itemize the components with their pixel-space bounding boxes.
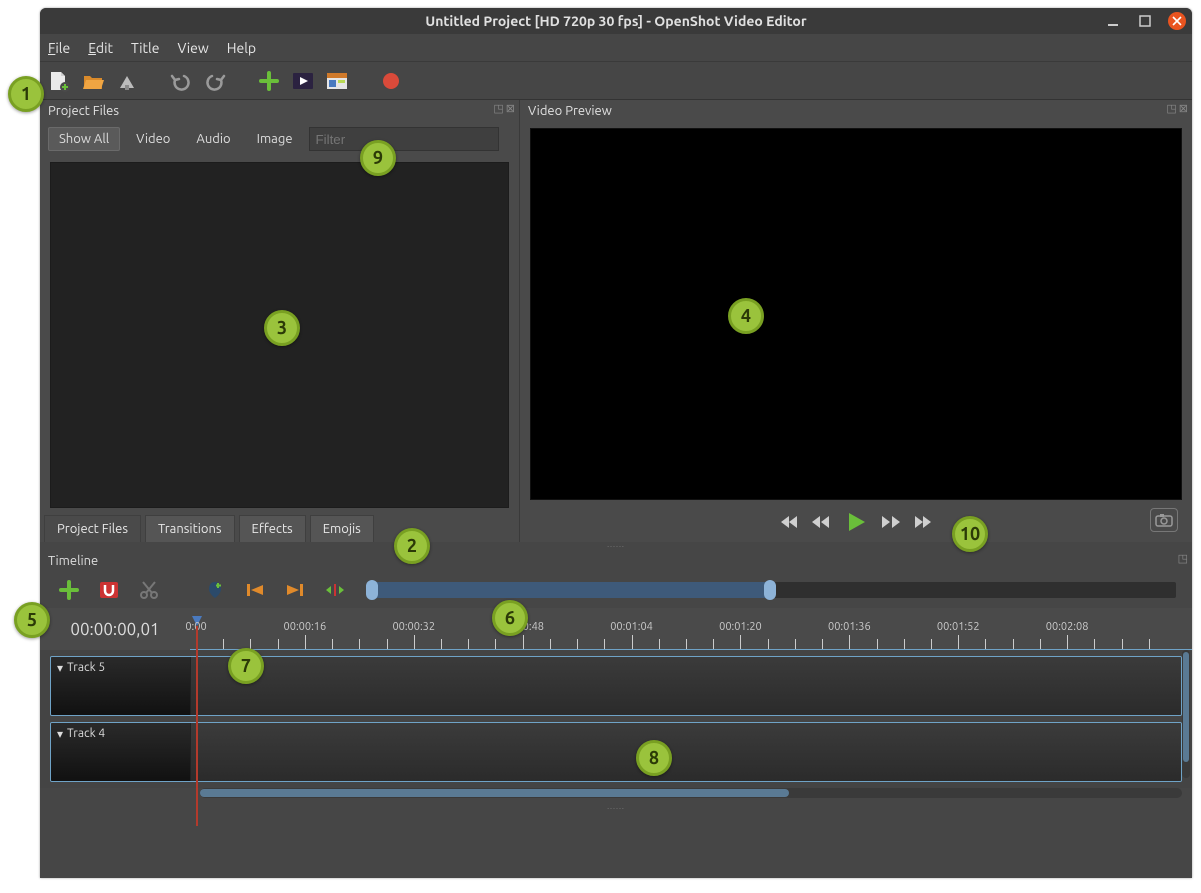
zoom-handle-left[interactable] bbox=[366, 580, 378, 600]
annotation-badge: 5 bbox=[14, 602, 50, 638]
annotation-badge: 3 bbox=[264, 310, 300, 346]
transport-controls bbox=[520, 502, 1192, 542]
choose-profile-button[interactable] bbox=[290, 68, 316, 94]
main-toolbar bbox=[40, 62, 1192, 100]
tab-transitions[interactable]: Transitions bbox=[145, 515, 235, 542]
title-bar: Untitled Project [HD 720p 30 fps] - Open… bbox=[40, 8, 1192, 34]
annotation-badge: 7 bbox=[228, 648, 264, 684]
undock-icon[interactable]: ◳ bbox=[1166, 102, 1176, 115]
play-button[interactable] bbox=[845, 511, 867, 533]
menu-edit[interactable]: Edit bbox=[88, 40, 113, 56]
track-label: Track 5 bbox=[67, 661, 105, 674]
annotation-badge: 10 bbox=[952, 516, 988, 552]
project-files-title: Project Files bbox=[48, 104, 119, 118]
menu-title[interactable]: Title bbox=[131, 40, 159, 56]
filter-image[interactable]: Image bbox=[247, 128, 303, 150]
snapping-button[interactable] bbox=[96, 577, 122, 603]
window-maximize-button[interactable] bbox=[1136, 12, 1154, 30]
annotation-badge: 8 bbox=[636, 740, 672, 776]
timeline-ruler[interactable]: 0:0000:00:1600:00:3200:00:4800:01:0400:0… bbox=[190, 608, 1192, 650]
window-minimize-button[interactable] bbox=[1104, 12, 1122, 30]
window-title: Untitled Project [HD 720p 30 fps] - Open… bbox=[425, 13, 806, 29]
timeline-header: Timeline ◳ bbox=[40, 550, 1192, 572]
vertical-scrollbar[interactable] bbox=[1182, 650, 1190, 778]
zoom-handle-right[interactable] bbox=[764, 580, 776, 600]
close-panel-icon[interactable]: ⊠ bbox=[506, 102, 515, 115]
ruler-label: 00:00:16 bbox=[284, 621, 327, 633]
tracks-area: ▾ Track 5 ▾ Track 4 bbox=[40, 650, 1192, 788]
track-body[interactable] bbox=[191, 723, 1181, 781]
ruler-label: 00:01:36 bbox=[828, 621, 871, 633]
horizontal-scrollbar[interactable] bbox=[200, 788, 1182, 798]
add-marker-button[interactable] bbox=[202, 577, 228, 603]
ruler-label: 00:00:32 bbox=[392, 621, 435, 633]
playhead-line bbox=[196, 626, 198, 826]
video-preview-panel: Video Preview ◳ ⊠ bbox=[520, 100, 1192, 542]
content-area: Project Files ◳ ⊠ Show All Video Audio I… bbox=[40, 100, 1192, 542]
fullscreen-button[interactable] bbox=[324, 68, 350, 94]
menu-bar: File Edit Title View Help bbox=[40, 34, 1192, 62]
import-files-button[interactable] bbox=[256, 68, 282, 94]
ruler-label: 00:01:04 bbox=[610, 621, 653, 633]
current-time-display: 00:00:00,01 bbox=[40, 608, 190, 650]
filter-show-all[interactable]: Show All bbox=[48, 127, 120, 151]
rewind-button[interactable] bbox=[811, 515, 831, 529]
track-header[interactable]: ▾ Track 4 bbox=[51, 723, 191, 781]
jump-start-button[interactable] bbox=[777, 514, 797, 530]
horizontal-splitter[interactable]: ······ bbox=[40, 542, 1192, 550]
annotation-badge: 4 bbox=[728, 298, 764, 334]
chevron-down-icon: ▾ bbox=[57, 661, 63, 675]
undock-icon[interactable]: ◳ bbox=[1178, 552, 1188, 565]
save-project-button[interactable] bbox=[114, 68, 140, 94]
razor-tool-button[interactable] bbox=[136, 577, 162, 603]
timeline-toolbar bbox=[40, 572, 1192, 608]
add-track-button[interactable] bbox=[56, 577, 82, 603]
menu-file[interactable]: File bbox=[48, 40, 70, 56]
annotation-badge: 1 bbox=[8, 76, 44, 112]
snapshot-button[interactable] bbox=[1150, 508, 1178, 532]
undo-button[interactable] bbox=[168, 68, 194, 94]
app-window: Untitled Project [HD 720p 30 fps] - Open… bbox=[40, 8, 1192, 878]
filter-video[interactable]: Video bbox=[126, 128, 180, 150]
previous-marker-button[interactable] bbox=[242, 577, 268, 603]
ruler-label: 00:02:08 bbox=[1046, 621, 1089, 633]
chevron-down-icon: ▾ bbox=[57, 727, 63, 741]
tab-effects[interactable]: Effects bbox=[239, 515, 306, 542]
annotation-badge: 2 bbox=[394, 528, 430, 564]
track-row[interactable]: ▾ Track 5 bbox=[50, 656, 1182, 716]
project-tabs: Project Files Transitions Effects Emojis bbox=[40, 510, 519, 542]
menu-view[interactable]: View bbox=[177, 40, 208, 56]
window-close-button[interactable] bbox=[1168, 12, 1186, 30]
jump-end-button[interactable] bbox=[915, 514, 935, 530]
filter-input[interactable] bbox=[309, 127, 499, 151]
next-marker-button[interactable] bbox=[282, 577, 308, 603]
ruler-label: 00:01:52 bbox=[937, 621, 980, 633]
fast-forward-button[interactable] bbox=[881, 515, 901, 529]
export-video-button[interactable] bbox=[378, 68, 404, 94]
undock-icon[interactable]: ◳ bbox=[493, 102, 503, 115]
track-label: Track 4 bbox=[67, 727, 105, 740]
filter-audio[interactable]: Audio bbox=[186, 128, 240, 150]
bottom-splitter[interactable]: ······ bbox=[40, 804, 1192, 812]
zoom-slider[interactable] bbox=[370, 582, 1176, 598]
annotation-badge: 6 bbox=[492, 600, 528, 636]
timeline-title: Timeline bbox=[48, 554, 98, 568]
center-playhead-button[interactable] bbox=[322, 577, 348, 603]
tab-emojis[interactable]: Emojis bbox=[310, 515, 374, 542]
open-project-button[interactable] bbox=[80, 68, 106, 94]
ruler-label: 00:01:20 bbox=[719, 621, 762, 633]
video-preview-area[interactable] bbox=[530, 128, 1182, 500]
track-row[interactable]: ▾ Track 4 bbox=[50, 722, 1182, 782]
tab-project-files[interactable]: Project Files bbox=[44, 515, 141, 542]
redo-button[interactable] bbox=[202, 68, 228, 94]
annotation-badge: 9 bbox=[360, 140, 396, 176]
track-header[interactable]: ▾ Track 5 bbox=[51, 657, 191, 715]
menu-help[interactable]: Help bbox=[227, 40, 256, 56]
close-panel-icon[interactable]: ⊠ bbox=[1179, 102, 1188, 115]
track-body[interactable] bbox=[191, 657, 1181, 715]
video-preview-title: Video Preview bbox=[528, 104, 612, 118]
new-project-button[interactable] bbox=[46, 68, 72, 94]
